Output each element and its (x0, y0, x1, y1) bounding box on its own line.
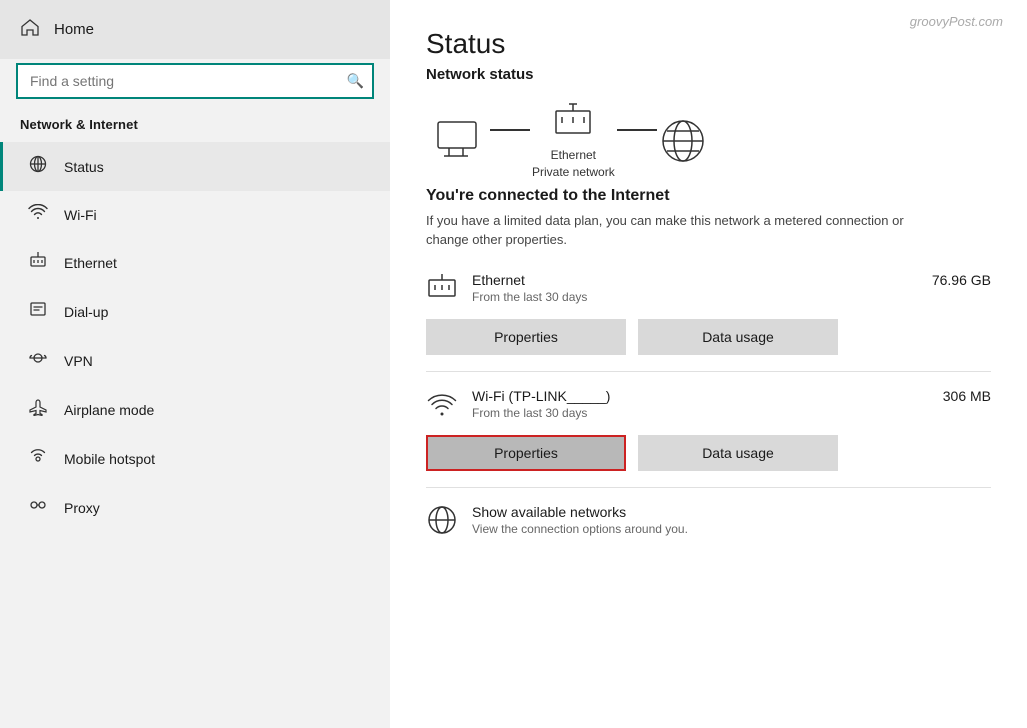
home-label: Home (54, 21, 94, 38)
sidebar-item-proxy-label: Proxy (64, 500, 100, 516)
vpn-icon (28, 349, 48, 372)
ethernet-icon (28, 251, 48, 274)
sidebar-item-status[interactable]: Status (0, 142, 390, 191)
wifi-usage: 306 MB (943, 388, 991, 404)
sidebar-item-vpn-label: VPN (64, 353, 93, 369)
network-diagram: Ethernet Private network (436, 101, 991, 181)
wifi-card-icon (426, 388, 458, 425)
wifi-info-row: Wi-Fi (TP-LINK_____) From the last 30 da… (426, 388, 991, 425)
wifi-sub: From the last 30 days (472, 406, 610, 420)
ethernet-properties-button[interactable]: Properties (426, 319, 626, 355)
diagram-ethernet-node: Ethernet Private network (532, 101, 615, 181)
hotspot-icon (28, 447, 48, 470)
sidebar-item-ethernet-label: Ethernet (64, 255, 117, 271)
ethernet-data-usage-button[interactable]: Data usage (638, 319, 838, 355)
sidebar-item-dialup[interactable]: Dial-up (0, 287, 390, 336)
sidebar-item-home[interactable]: Home (0, 0, 390, 59)
ethernet-buttons: Properties Data usage (426, 319, 991, 355)
sidebar-item-vpn[interactable]: VPN (0, 336, 390, 385)
sidebar-item-wifi-label: Wi-Fi (64, 207, 97, 223)
wifi-card: Wi-Fi (TP-LINK_____) From the last 30 da… (426, 388, 991, 471)
sidebar-item-airplane[interactable]: Airplane mode (0, 385, 390, 434)
ethernet-info-left: Ethernet From the last 30 days (426, 272, 587, 309)
show-networks-title: Show available networks (472, 504, 688, 520)
sidebar-item-status-label: Status (64, 159, 104, 175)
sidebar-item-hotspot-label: Mobile hotspot (64, 451, 155, 467)
ethernet-sub: From the last 30 days (472, 290, 587, 304)
sidebar-item-hotspot[interactable]: Mobile hotspot (0, 434, 390, 483)
show-networks-sub: View the connection options around you. (472, 522, 688, 536)
divider-1 (426, 371, 991, 372)
dialup-icon (28, 300, 48, 323)
wifi-data-usage-button[interactable]: Data usage (638, 435, 838, 471)
proxy-icon (28, 496, 48, 519)
diagram-computer (436, 120, 488, 162)
wifi-details: Wi-Fi (TP-LINK_____) From the last 30 da… (472, 388, 610, 420)
ethernet-info-row: Ethernet From the last 30 days 76.96 GB (426, 272, 991, 309)
wifi-name: Wi-Fi (TP-LINK_____) (472, 388, 610, 404)
diagram-line-1 (490, 129, 530, 131)
home-icon (20, 18, 40, 41)
show-networks-icon (426, 504, 458, 541)
ethernet-details: Ethernet From the last 30 days (472, 272, 587, 304)
sidebar-item-proxy[interactable]: Proxy (0, 483, 390, 532)
diagram-ethernet-label: Ethernet Private network (532, 147, 615, 181)
wifi-buttons: Properties Data usage (426, 435, 991, 471)
ethernet-name: Ethernet (472, 272, 587, 288)
wifi-properties-button[interactable]: Properties (426, 435, 626, 471)
connected-sub: If you have a limited data plan, you can… (426, 211, 946, 250)
sidebar: Home 🔍 Network & Internet Status (0, 0, 390, 728)
sidebar-item-dialup-label: Dial-up (64, 304, 108, 320)
search-input[interactable] (16, 63, 374, 99)
diagram-line-2 (617, 129, 657, 131)
diagram-globe (659, 117, 707, 165)
status-icon (28, 155, 48, 178)
watermark: groovyPost.com (910, 14, 1003, 29)
ethernet-card: Ethernet From the last 30 days 76.96 GB … (426, 272, 991, 355)
sidebar-item-airplane-label: Airplane mode (64, 402, 154, 418)
ethernet-usage: 76.96 GB (932, 272, 991, 288)
connected-title: You're connected to the Internet (426, 187, 991, 205)
sidebar-item-ethernet[interactable]: Ethernet (0, 238, 390, 287)
main-content: groovyPost.com Status Network status (390, 0, 1027, 728)
search-icon: 🔍 (347, 73, 364, 90)
wifi-icon (28, 204, 48, 225)
show-networks-row: Show available networks View the connect… (426, 504, 991, 541)
section-title: Network status (426, 66, 991, 83)
divider-2 (426, 487, 991, 488)
airplane-icon (28, 398, 48, 421)
page-title: Status (426, 28, 991, 60)
wifi-info-left: Wi-Fi (TP-LINK_____) From the last 30 da… (426, 388, 610, 425)
search-container: 🔍 (16, 63, 374, 99)
ethernet-card-icon (426, 272, 458, 309)
sidebar-section-title: Network & Internet (0, 111, 390, 142)
sidebar-item-wifi[interactable]: Wi-Fi (0, 191, 390, 238)
show-networks-text: Show available networks View the connect… (472, 504, 688, 536)
